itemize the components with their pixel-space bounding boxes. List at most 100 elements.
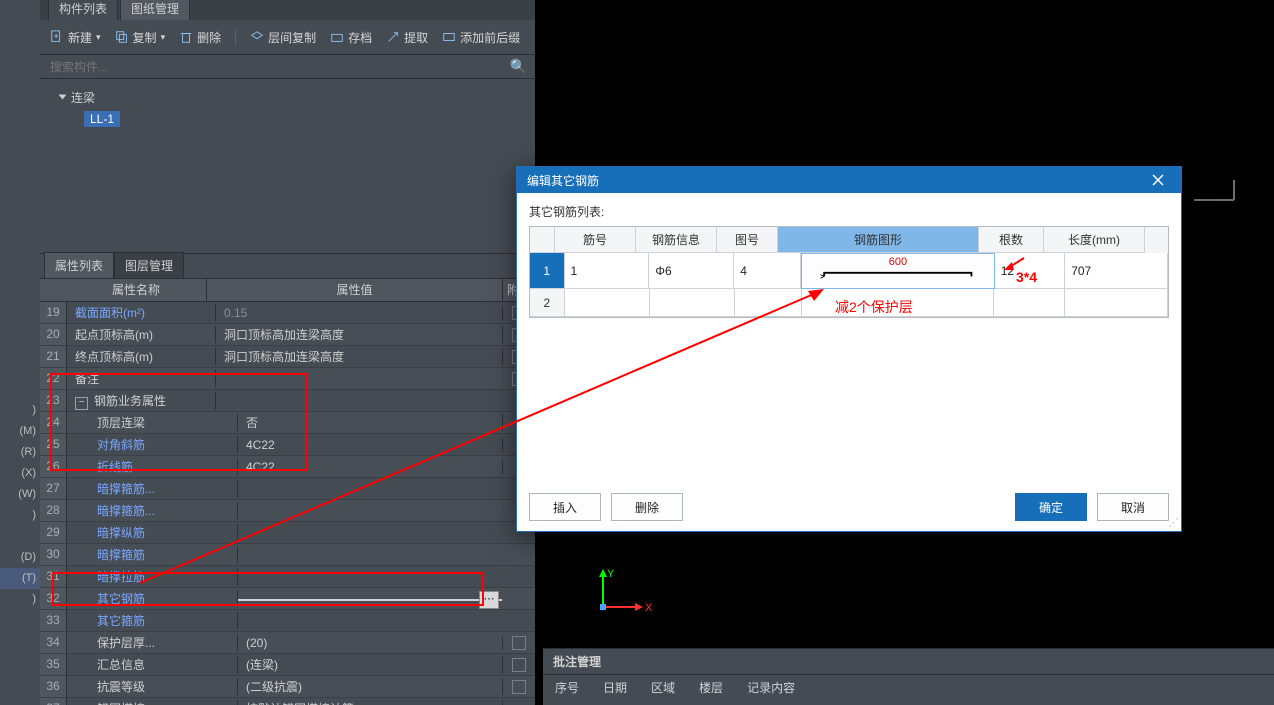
extra-checkbox[interactable] [503, 658, 535, 672]
ok-button[interactable]: 确定 [1015, 493, 1087, 521]
gutter-cell: (X) [0, 463, 40, 484]
property-row[interactable]: 34保护层厚...(20) [40, 632, 535, 654]
component-tree: 连梁 LL-1 [40, 79, 535, 127]
cell-length[interactable]: 707 [1065, 253, 1168, 289]
property-row[interactable]: 22备注 [40, 368, 535, 390]
property-row[interactable]: 28暗撑箍筋... [40, 500, 535, 522]
cell-rebar-no[interactable] [565, 289, 650, 317]
delete-button[interactable]: 删除 [179, 29, 221, 46]
property-row[interactable]: 33其它箍筋 [40, 610, 535, 632]
property-value[interactable]: 洞口顶标高加连梁高度 [216, 326, 503, 343]
property-value[interactable]: 4C22 [238, 438, 503, 452]
row-number: 30 [40, 544, 67, 565]
property-row[interactable]: 32其它钢筋⋯ [40, 588, 535, 610]
row-number[interactable]: 1 [530, 253, 565, 289]
checkbox-icon[interactable] [512, 636, 526, 650]
checkbox-icon[interactable] [512, 658, 526, 672]
property-row[interactable]: 29暗撑纵筋 [40, 522, 535, 544]
property-row[interactable]: 21终点顶标高(m)洞口顶标高加连梁高度 [40, 346, 535, 368]
annotation-panel-title: 批注管理 [543, 649, 1274, 675]
extract-button[interactable]: 提取 [386, 29, 428, 46]
ellipsis-button[interactable]: ⋯ [479, 591, 499, 609]
chevron-down-icon: ▾ [161, 32, 166, 43]
col-rebar-no[interactable]: 筋号 [555, 227, 636, 253]
gutter-cell: (R) [0, 442, 40, 463]
col-fig-no[interactable]: 图号 [717, 227, 778, 253]
table-row[interactable]: 1 1 Φ6 4 600 12 707 [530, 253, 1168, 289]
property-row[interactable]: 26折线筋4C22 [40, 456, 535, 478]
search-icon[interactable]: 🔍 [510, 58, 527, 75]
annotation-columns: 序号 日期 区域 楼层 记录内容 [543, 675, 1274, 700]
property-value[interactable]: 4C22 [238, 460, 503, 474]
property-value[interactable]: 0.15 [216, 306, 503, 320]
table-row[interactable]: 2 [530, 289, 1168, 317]
tab-property-list[interactable]: 属性列表 [44, 252, 114, 278]
property-row[interactable]: 19截面面积(m²)0.15 [40, 302, 535, 324]
property-row[interactable]: 30暗撑箍筋 [40, 544, 535, 566]
resize-grip-icon[interactable]: ⋰ [1168, 516, 1177, 529]
property-value[interactable]: (20) [238, 636, 503, 650]
property-value[interactable]: 按默认锚固搭接计算 [238, 700, 503, 705]
archive-button[interactable]: 存档 [330, 29, 372, 46]
extra-checkbox[interactable] [503, 680, 535, 694]
property-name: −钢筋业务属性 [67, 392, 216, 410]
property-row[interactable]: 31暗撑拉筋 [40, 566, 535, 588]
corner-mark-icon [1194, 180, 1254, 220]
extra-checkbox[interactable] [503, 636, 535, 650]
row-number[interactable]: 2 [530, 289, 565, 317]
row-number: 21 [40, 346, 67, 367]
col-count[interactable]: 根数 [979, 227, 1044, 253]
property-row[interactable]: 25对角斜筋4C22 [40, 434, 535, 456]
copy-button[interactable]: 复制 ▾ [115, 29, 166, 46]
cell-rebar-info[interactable] [650, 289, 735, 317]
collapse-icon[interactable]: − [75, 397, 88, 410]
col-rebar-shape[interactable]: 钢筋图形 [778, 227, 979, 253]
property-value[interactable]: 洞口顶标高加连梁高度 [216, 348, 503, 365]
close-button[interactable] [1145, 167, 1171, 193]
property-tabs: 属性列表 图层管理 [40, 253, 535, 279]
floor-copy-button[interactable]: 层间复制 [250, 29, 316, 46]
property-row[interactable]: 20起点顶标高(m)洞口顶标高加连梁高度 [40, 324, 535, 346]
col-length[interactable]: 长度(mm) [1044, 227, 1145, 253]
tab-layer-manage[interactable]: 图层管理 [114, 252, 184, 278]
tab-component-list[interactable]: 构件列表 [48, 0, 118, 20]
col-rebar-info[interactable]: 钢筋信息 [636, 227, 717, 253]
dialog-titlebar[interactable]: 编辑其它钢筋 [517, 167, 1181, 193]
property-row[interactable]: 36抗震等级(二级抗震) [40, 676, 535, 698]
cell-fig-no[interactable]: 4 [734, 253, 801, 289]
cancel-button[interactable]: 取消 [1097, 493, 1169, 521]
tree-node-root[interactable]: 连梁 [60, 87, 535, 107]
cell-fig-no[interactable] [735, 289, 802, 317]
row-number: 26 [40, 456, 67, 477]
prefix-suffix-button[interactable]: 添加前后缀 [442, 29, 520, 46]
cell-rebar-shape[interactable]: 600 [801, 253, 995, 289]
value-editor[interactable]: ⋯ [238, 599, 502, 601]
cell-rebar-info[interactable]: Φ6 [649, 253, 734, 289]
new-button[interactable]: 新建 ▾ [50, 29, 101, 46]
property-row[interactable]: 24顶层连梁否 [40, 412, 535, 434]
property-row[interactable]: 35汇总信息(连梁) [40, 654, 535, 676]
delete-row-button[interactable]: 删除 [611, 493, 683, 521]
property-row[interactable]: 23−钢筋业务属性 [40, 390, 535, 412]
col-rownum[interactable] [530, 227, 555, 253]
checkbox-icon[interactable] [512, 680, 526, 694]
property-name: 起点顶标高(m) [67, 326, 216, 343]
property-name: 对角斜筋 [67, 436, 238, 453]
cell-count[interactable]: 12 [995, 253, 1065, 289]
cell-rebar-shape[interactable] [802, 289, 995, 317]
search-input[interactable] [48, 59, 510, 75]
tab-drawing-manage[interactable]: 图纸管理 [120, 0, 190, 20]
property-value[interactable]: 否 [238, 414, 503, 431]
property-name: 暗撑箍筋... [67, 480, 238, 497]
cell-rebar-no[interactable]: 1 [565, 253, 650, 289]
property-value[interactable]: (连梁) [238, 656, 503, 673]
tree-node-child[interactable]: LL-1 [84, 111, 120, 127]
property-row[interactable]: 27暗撑箍筋... [40, 478, 535, 500]
cell-length[interactable] [1065, 289, 1168, 317]
archive-icon [330, 30, 344, 44]
property-row[interactable]: 37锚固搭接按默认锚固搭接计算 [40, 698, 535, 705]
cell-count[interactable] [994, 289, 1065, 317]
row-number: 24 [40, 412, 67, 433]
property-value[interactable]: (二级抗震) [238, 678, 503, 695]
insert-button[interactable]: 插入 [529, 493, 601, 521]
